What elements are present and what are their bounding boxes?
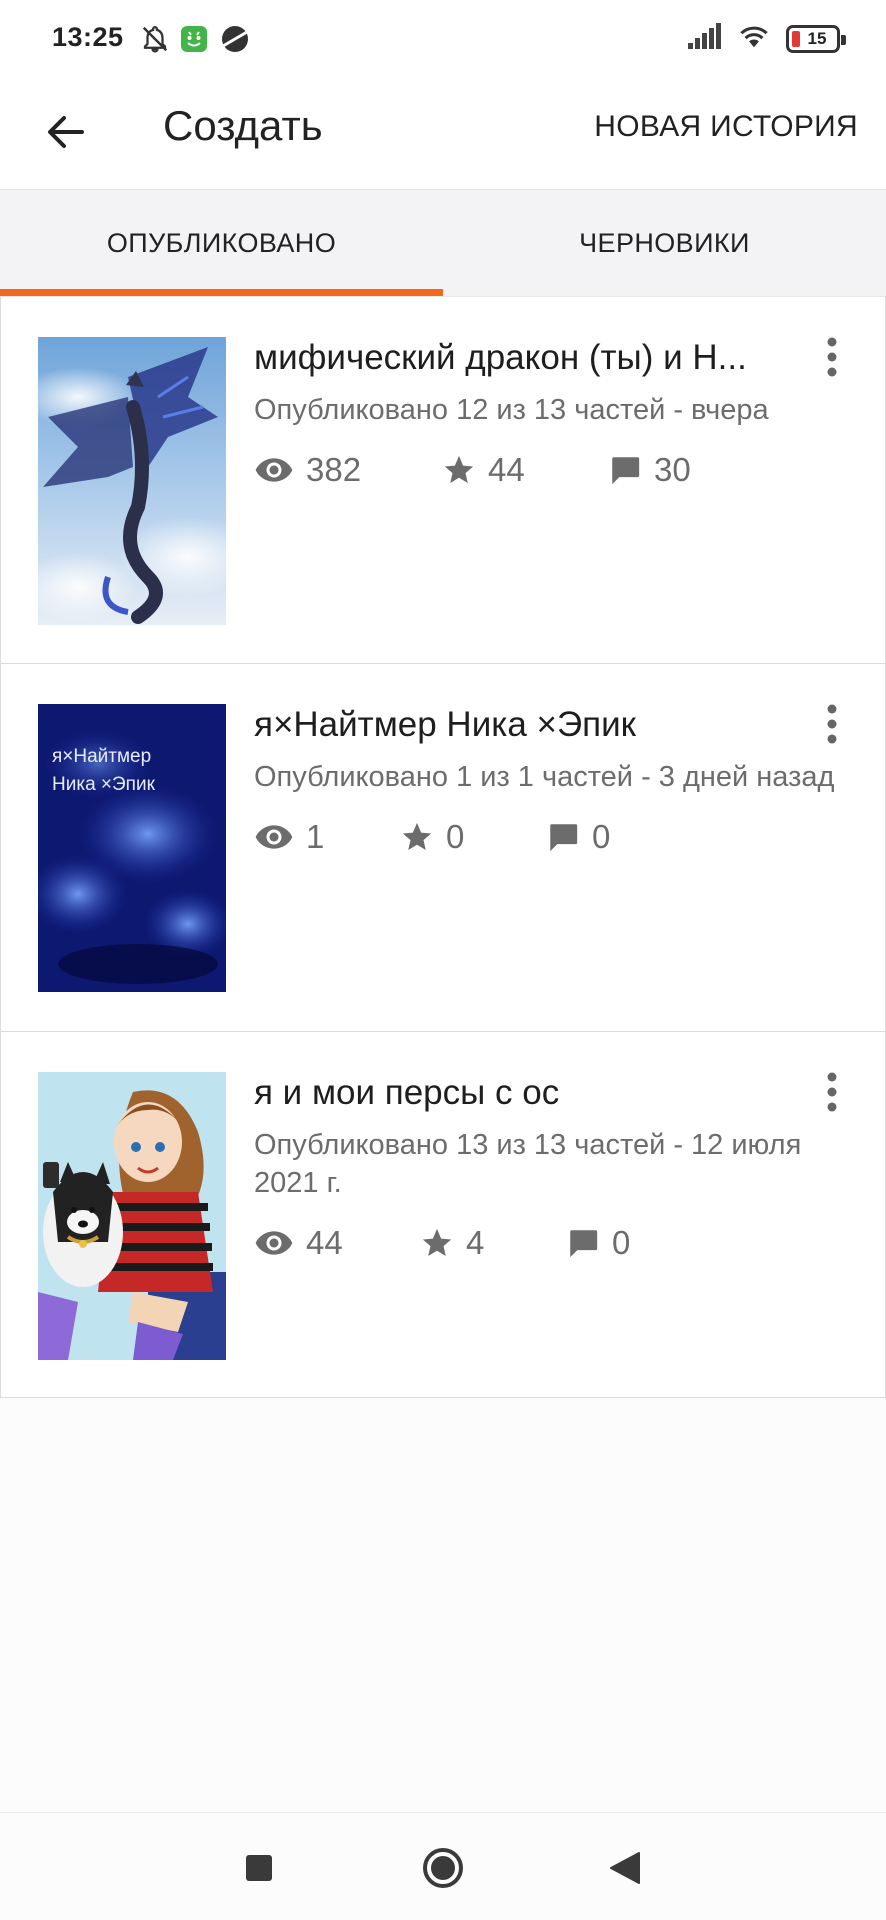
story-publish-info: Опубликовано 13 из 13 частей - 12 июля 2… [254, 1129, 802, 1199]
story-publish-info: Опубликовано 1 из 1 частей - 3 дней наза… [254, 761, 835, 793]
comments-stat: 30 [608, 451, 691, 489]
more-options-button[interactable] [815, 1068, 849, 1116]
back-nav-button[interactable] [600, 1843, 650, 1893]
votes-stat: 44 [442, 451, 608, 489]
story-publish-info: Опубликовано 12 из 13 частей - вчера [254, 394, 769, 426]
eye-icon [255, 1231, 293, 1255]
views-count: 1 [306, 818, 325, 855]
story-cover-girl-dog[interactable] [38, 1072, 226, 1360]
story-title[interactable]: я×Найтмер Ника ×Эпик [254, 704, 799, 746]
comments-count: 0 [592, 818, 611, 855]
triangle-back-icon [610, 1852, 640, 1884]
story-card[interactable]: я и мои персы с ос Опубликовано 13 из 13… [0, 1032, 886, 1398]
views-stat: 44 [254, 1224, 420, 1262]
arrow-left-icon [48, 116, 84, 148]
cover-text-line2: Ника ×Эпик [52, 774, 156, 795]
votes-count: 44 [488, 451, 525, 488]
views-count: 382 [306, 451, 362, 488]
story-cover-night[interactable]: я×Найтмер Ника ×Эпик [38, 704, 226, 992]
recents-button[interactable] [234, 1843, 284, 1893]
star-icon [422, 1228, 452, 1257]
views-stat: 1 [254, 818, 400, 856]
votes-count: 4 [466, 1224, 485, 1261]
battery-level: 15 [807, 28, 827, 48]
tab-indicator [0, 289, 443, 296]
eye-icon [255, 825, 293, 849]
more-vert-icon [827, 1072, 837, 1112]
story-stats: 382 44 30 [254, 449, 844, 491]
star-icon [402, 822, 432, 851]
story-title[interactable]: мифический дракон (ты) и Н... [254, 337, 799, 379]
comments-count: 0 [612, 1224, 631, 1261]
new-story-button[interactable]: НОВАЯ ИСТОРИЯ [594, 110, 858, 144]
comment-icon [612, 457, 640, 485]
story-cover-dragon[interactable] [38, 337, 226, 625]
comments-count: 30 [654, 451, 691, 488]
story-stats: 44 4 0 [254, 1222, 844, 1264]
more-vert-icon [827, 704, 837, 744]
story-list: мифический дракон (ты) и Н... Опубликова… [0, 296, 886, 1398]
votes-stat: 4 [420, 1224, 566, 1262]
comments-stat: 0 [566, 1224, 630, 1262]
tab-bar: ОПУБЛИКОВАНО ЧЕРНОВИКИ [0, 190, 886, 296]
more-options-button[interactable] [815, 333, 849, 381]
system-nav-bar [0, 1812, 886, 1920]
square-icon [246, 1855, 272, 1881]
views-count: 44 [306, 1224, 343, 1261]
eye-icon [255, 458, 293, 482]
android-face-icon [180, 25, 208, 58]
battery-icon: 15 [786, 24, 846, 53]
circle-icon [423, 1848, 463, 1888]
cover-text-line1: я×Найтмер [52, 746, 151, 767]
story-card[interactable]: мифический дракон (ты) и Н... Опубликова… [0, 296, 886, 664]
tab-drafts[interactable]: ЧЕРНОВИКИ [443, 190, 886, 296]
planet-icon [220, 24, 250, 59]
votes-count: 0 [446, 818, 465, 855]
comment-icon [550, 824, 578, 852]
views-stat: 382 [254, 451, 442, 489]
story-title[interactable]: я и мои персы с ос [254, 1072, 799, 1114]
signal-icon [688, 23, 722, 54]
comment-icon [570, 1230, 598, 1258]
home-button[interactable] [418, 1843, 468, 1893]
app-bar: Создать НОВАЯ ИСТОРИЯ [0, 80, 886, 190]
star-icon [444, 455, 474, 484]
more-options-button[interactable] [815, 700, 849, 748]
status-bar: 13:25 15 [0, 0, 886, 80]
status-time: 13:25 [52, 22, 124, 52]
back-button[interactable] [40, 106, 92, 158]
bell-off-icon [140, 24, 170, 59]
story-card[interactable]: я×Найтмер Ника ×Эпик я×Найтмер Ника ×Эпи… [0, 664, 886, 1032]
page-title: Создать [163, 102, 323, 149]
more-vert-icon [827, 337, 837, 377]
tab-published[interactable]: ОПУБЛИКОВАНО [0, 190, 443, 296]
story-stats: 1 0 0 [254, 816, 844, 858]
votes-stat: 0 [400, 818, 546, 856]
wifi-icon [736, 22, 772, 55]
comments-stat: 0 [546, 818, 610, 856]
